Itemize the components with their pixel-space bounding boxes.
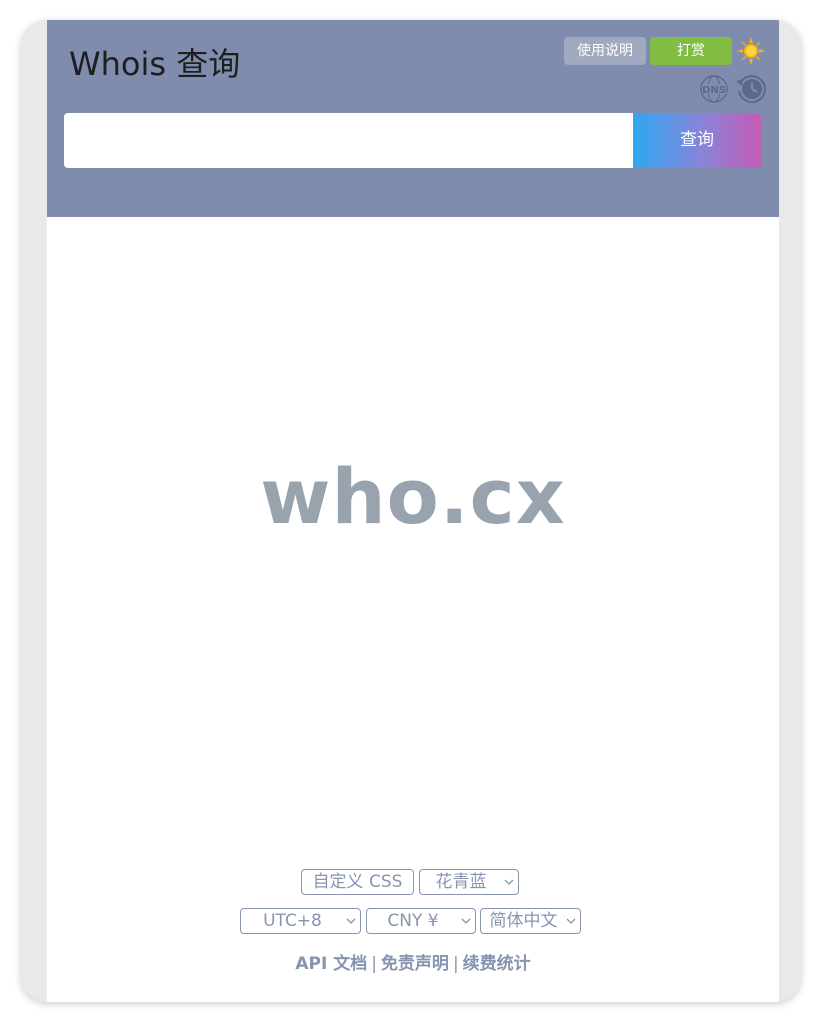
language-select[interactable]: 简体中文: [480, 908, 581, 934]
footer-separator: |: [452, 954, 459, 974]
help-button[interactable]: 使用说明: [564, 37, 646, 65]
timezone-select[interactable]: UTC+8: [240, 908, 361, 934]
page: Whois 查询 使用说明 打赏 DNS 查询 who.cx 自定义 CSS 花…: [47, 20, 779, 1002]
dns-icon-label: DNS: [702, 85, 726, 96]
chevron-down-icon: [504, 879, 514, 885]
chevron-down-icon: [346, 918, 356, 924]
footer-separator: |: [371, 954, 377, 974]
custom-css-button[interactable]: 自定义 CSS: [301, 869, 414, 895]
language-select-value: 简体中文: [489, 911, 558, 931]
chevron-down-icon: [461, 918, 471, 924]
currency-select-value: CNY ¥: [387, 911, 439, 931]
site-logo: who.cx: [260, 452, 566, 541]
browser-frame: Whois 查询 使用说明 打赏 DNS 查询 who.cx 自定义 CSS 花…: [21, 20, 801, 1002]
header: Whois 查询 使用说明 打赏 DNS 查询: [47, 20, 779, 217]
disclaimer-link[interactable]: 免责声明: [381, 954, 449, 974]
timezone-select-value: UTC+8: [263, 911, 322, 931]
donate-button[interactable]: 打赏: [650, 37, 732, 65]
search-button[interactable]: 查询: [633, 113, 761, 168]
chevron-down-icon: [566, 918, 576, 924]
theme-select[interactable]: 花青蓝: [419, 869, 519, 895]
api-docs-link[interactable]: API 文档: [295, 954, 367, 974]
theme-select-value: 花青蓝: [435, 872, 487, 892]
currency-select[interactable]: CNY ¥: [366, 908, 476, 934]
page-title: Whois 查询: [69, 45, 241, 83]
footer-links: API 文档 | 免责声明 | 续费统计: [47, 949, 779, 974]
search-input[interactable]: [64, 113, 633, 168]
dns-globe-icon[interactable]: DNS: [699, 74, 729, 104]
sun-icon[interactable]: [737, 37, 765, 65]
history-clock-icon[interactable]: [735, 73, 767, 105]
renewal-stats-link[interactable]: 续费统计: [463, 954, 531, 974]
